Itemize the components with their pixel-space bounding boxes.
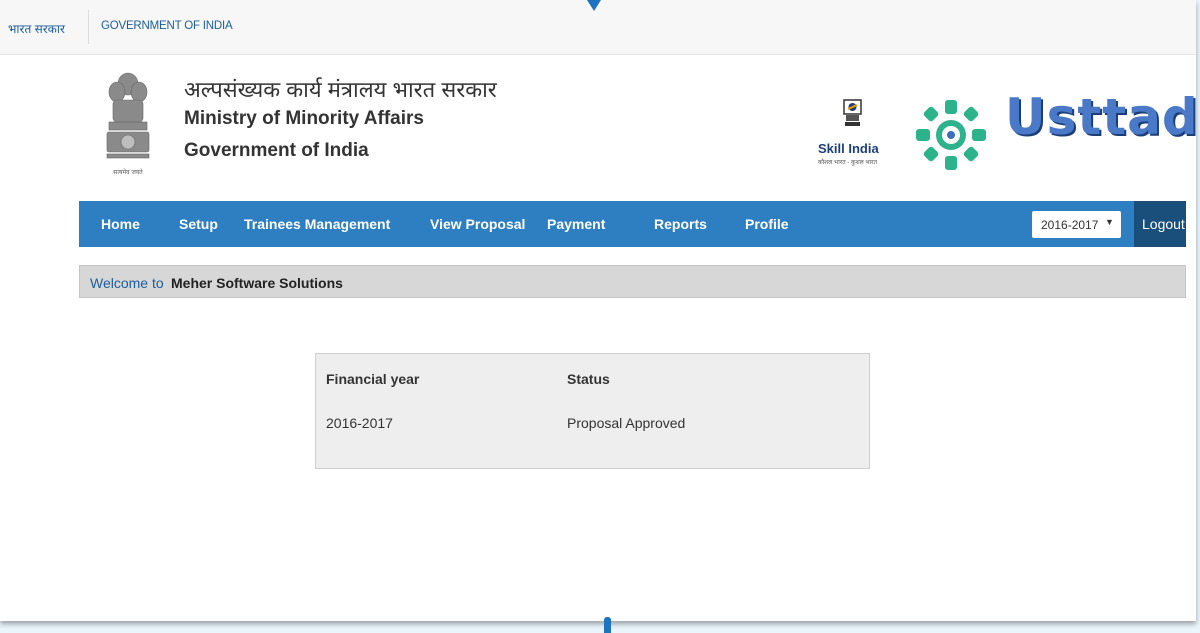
logout-label: Logout [1142,216,1185,232]
logout-button[interactable]: Logout [1134,201,1186,247]
main-navbar: Home Setup Trainees Management View Prop… [79,201,1186,247]
page: भारत सरकार GOVERNMENT OF INDIA सत्यमेव ज… [0,0,1199,621]
ministry-hindi-title: अल्पसंख्यक कार्य मंत्रालय भारत सरकार [184,77,497,102]
national-emblem-logo: सत्यमेव जयते [106,72,150,176]
financial-year-select[interactable]: 2016-2017 ▼ [1032,211,1121,238]
nav-payment[interactable]: Payment [547,216,605,232]
cell-financial-year: 2016-2017 [326,415,393,431]
nav-profile[interactable]: Profile [745,216,789,232]
nav-trainees-management[interactable]: Trainees Management [244,216,390,232]
nav-setup[interactable]: Setup [179,216,218,232]
emblem-motto: सत्यमेव जयते [113,168,143,176]
welcome-label: Welcome to [90,275,164,291]
nav-reports[interactable]: Reports [654,216,707,232]
selected-year: 2016-2017 [1041,218,1099,232]
organization-name: Meher Software Solutions [171,275,343,291]
usttad-wordmark: Usttad [1005,88,1199,146]
gov-bar-divider [88,10,89,44]
usttad-emblem-logo [916,100,986,170]
ministry-english-title: Ministry of Minority Affairs [184,108,424,129]
proposal-status-table: Financial year Status 2016-2017 Proposal… [315,353,870,469]
nav-view-proposal[interactable]: View Proposal [430,216,525,232]
header-status: Status [567,371,610,387]
cell-status: Proposal Approved [567,415,686,431]
gov-english-link[interactable]: GOVERNMENT OF INDIA [101,20,233,32]
welcome-banner: Welcome to Meher Software Solutions [79,265,1186,298]
gov-hindi-link[interactable]: भारत सरकार [8,20,65,37]
top-pointer-icon [587,0,601,11]
skill-india-tagline: कौशल भारत - कुशल भारत [818,160,878,166]
header-financial-year: Financial year [326,371,420,387]
skill-india-text: Skill India [818,141,879,156]
nav-home[interactable]: Home [101,216,140,232]
bottom-handle [604,617,611,633]
government-of-india-title: Government of India [184,140,369,161]
dropdown-arrow-icon: ▼ [1105,217,1114,227]
